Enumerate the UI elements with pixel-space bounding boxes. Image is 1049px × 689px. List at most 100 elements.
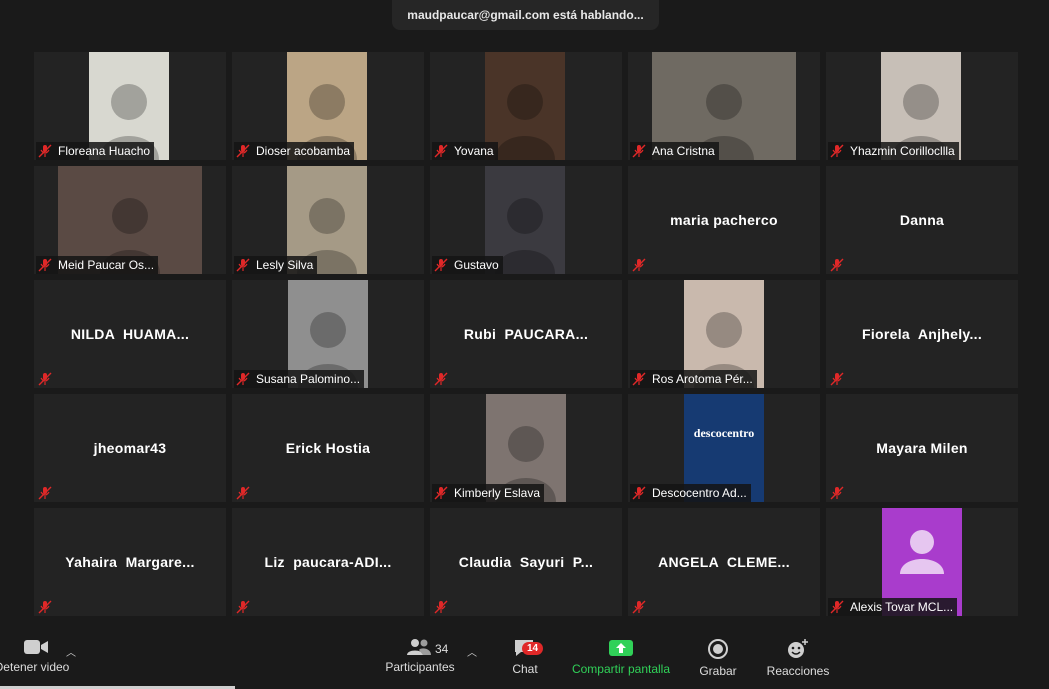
participant-display-name: Erick Hostia	[285, 440, 371, 456]
participant-nameplate	[630, 256, 656, 274]
participant-tile[interactable]: Danna	[826, 166, 1018, 274]
participant-nameplate: Lesly Silva	[234, 256, 318, 274]
participant-nameplate: Yhazmin Corillocllla	[828, 142, 959, 160]
participant-nameplate: Yovana	[432, 142, 498, 160]
participant-nameplate: Ros Arotoma Pér...	[630, 370, 757, 388]
participant-name-label: Alexis Tovar MCL...	[850, 600, 954, 614]
participant-display-name: Danna	[899, 212, 945, 228]
participant-tile[interactable]: Kimberly Eslava	[430, 394, 622, 502]
participant-tile[interactable]: Liz paucara-ADI...	[232, 508, 424, 616]
participant-nameplate	[828, 484, 854, 502]
participant-tile[interactable]: Ros Arotoma Pér...	[628, 280, 820, 388]
reactions-button[interactable]: Reacciones	[767, 638, 829, 678]
participant-display-name: maria pacherco	[670, 212, 778, 228]
share-screen-icon	[609, 640, 633, 656]
participant-nameplate: Dioser acobamba	[234, 142, 355, 160]
participant-nameplate: Meid Paucar Os...	[36, 256, 159, 274]
muted-mic-icon	[830, 372, 844, 386]
participant-nameplate	[828, 370, 854, 388]
muted-mic-icon	[830, 258, 844, 272]
participant-tile[interactable]: Ana Cristna	[628, 52, 820, 160]
stop-video-button[interactable]: Detener video	[0, 638, 72, 674]
participant-tile[interactable]: NILDA HUAMA...	[34, 280, 226, 388]
participant-tile[interactable]: Alexis Tovar MCL...	[826, 508, 1018, 616]
participant-nameplate: Alexis Tovar MCL...	[828, 598, 958, 616]
participant-tile[interactable]: Yovana	[430, 52, 622, 160]
participant-nameplate	[36, 484, 62, 502]
participant-tile[interactable]: Erick Hostia	[232, 394, 424, 502]
video-options-caret[interactable]: ︿	[66, 644, 76, 659]
participant-grid: Floreana Huacho Dioser acobamba Yovana Ana …	[34, 52, 1018, 616]
participant-display-name: Claudia Sayuri P...	[458, 554, 594, 570]
participant-tile[interactable]: Yahaira Margare...	[34, 508, 226, 616]
participants-options-caret[interactable]: ︿	[467, 644, 477, 659]
participant-nameplate: Descocentro Ad...	[630, 484, 751, 502]
participant-nameplate	[828, 256, 854, 274]
participant-tile[interactable]: descocentro Descocentro Ad...	[628, 394, 820, 502]
participant-tile[interactable]: Mayara Milen	[826, 394, 1018, 502]
participant-display-name: Yahaira Margare...	[65, 554, 195, 570]
reactions-label: Reacciones	[766, 664, 830, 678]
muted-mic-icon	[434, 372, 448, 386]
participants-label: Participantes	[385, 660, 455, 674]
muted-mic-icon	[830, 600, 844, 614]
active-speaker-banner: maudpaucar@gmail.com está hablando...	[392, 0, 659, 30]
organization-logo: descocentro	[693, 426, 755, 440]
muted-mic-icon	[830, 486, 844, 500]
chat-button[interactable]: Chat 14	[505, 638, 545, 676]
record-icon	[708, 639, 728, 659]
stop-video-label: Detener video	[0, 660, 70, 674]
participant-name-label: Kimberly Eslava	[454, 486, 541, 500]
share-screen-button[interactable]: Compartir pantalla	[570, 638, 672, 676]
participant-tile[interactable]: Yhazmin Corillocllla	[826, 52, 1018, 160]
video-camera-icon	[24, 640, 48, 654]
participant-tile[interactable]: Floreana Huacho	[34, 52, 226, 160]
participant-nameplate	[630, 598, 656, 616]
participant-name-label: Yovana	[454, 144, 494, 158]
participant-nameplate: Kimberly Eslava	[432, 484, 545, 502]
participant-tile[interactable]: Rubi PAUCARA...	[430, 280, 622, 388]
participants-icon	[407, 639, 431, 655]
participant-display-name: NILDA HUAMA...	[70, 326, 190, 342]
participant-name-label: Descocentro Ad...	[652, 486, 747, 500]
muted-mic-icon	[38, 372, 52, 386]
participant-name-label: Yhazmin Corillocllla	[850, 144, 955, 158]
participant-tile[interactable]: Fiorela Anjhely...	[826, 280, 1018, 388]
muted-mic-icon	[434, 144, 448, 158]
muted-mic-icon	[434, 486, 448, 500]
participants-count: 34	[435, 642, 449, 656]
participant-tile[interactable]: ANGELA CLEME...	[628, 508, 820, 616]
participant-display-name: ANGELA CLEME...	[658, 554, 790, 570]
record-button[interactable]: Grabar	[698, 638, 738, 678]
muted-mic-icon	[434, 600, 448, 614]
participant-nameplate	[432, 598, 458, 616]
muted-mic-icon	[38, 258, 52, 272]
muted-mic-icon	[632, 144, 646, 158]
participant-tile[interactable]: Dioser acobamba	[232, 52, 424, 160]
muted-mic-icon	[236, 144, 250, 158]
muted-mic-icon	[236, 486, 250, 500]
participant-tile[interactable]: Lesly Silva	[232, 166, 424, 274]
participant-nameplate: Susana Palomino...	[234, 370, 365, 388]
muted-mic-icon	[632, 372, 646, 386]
muted-mic-icon	[632, 486, 646, 500]
participant-tile[interactable]: Claudia Sayuri P...	[430, 508, 622, 616]
participant-display-name: Rubi PAUCARA...	[463, 326, 589, 342]
participant-tile[interactable]: maria pacherco	[628, 166, 820, 274]
muted-mic-icon	[830, 144, 844, 158]
muted-mic-icon	[236, 600, 250, 614]
participant-nameplate: Gustavo	[432, 256, 503, 274]
participant-display-name: jheomar43	[93, 440, 167, 456]
participant-nameplate	[36, 598, 62, 616]
record-label: Grabar	[699, 664, 737, 678]
participant-name-label: Gustavo	[454, 258, 499, 272]
participant-tile[interactable]: Meid Paucar Os...	[34, 166, 226, 274]
participant-tile[interactable]: jheomar43	[34, 394, 226, 502]
participant-name-label: Dioser acobamba	[256, 144, 351, 158]
participant-display-name: Liz paucara-ADI...	[264, 554, 392, 570]
muted-mic-icon	[38, 600, 52, 614]
muted-mic-icon	[236, 372, 250, 386]
participant-tile[interactable]: Susana Palomino...	[232, 280, 424, 388]
participant-name-label: Floreana Huacho	[58, 144, 151, 158]
participant-tile[interactable]: Gustavo	[430, 166, 622, 274]
